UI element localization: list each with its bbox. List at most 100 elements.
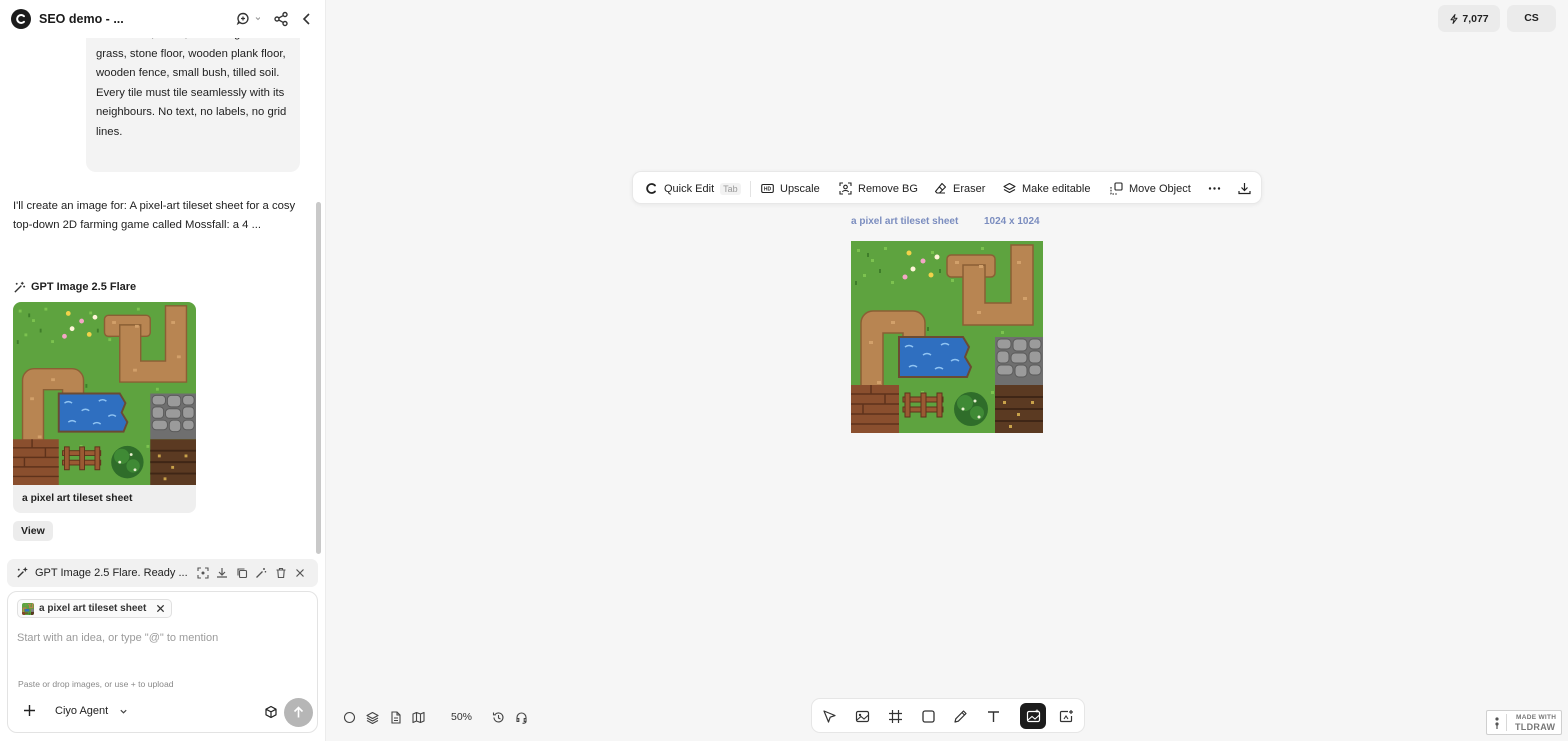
model-picker-button[interactable] (264, 705, 278, 719)
tool-text[interactable] (980, 703, 1006, 729)
chevron-left-icon (302, 13, 310, 25)
tool-image-edit[interactable] (1020, 703, 1046, 729)
magic-wand-icon (256, 568, 267, 578)
prompt-input[interactable] (17, 628, 307, 648)
model-name: GPT Image 2.5 Flare (31, 281, 137, 293)
move-object-button[interactable]: Move Object (1110, 172, 1191, 205)
badge-line-1: MADE WITH (1516, 714, 1557, 721)
badge-divider (1506, 714, 1507, 731)
focus-button[interactable] (197, 567, 209, 579)
hd-icon: HD (761, 182, 774, 195)
reference-image-chip[interactable]: a pixel art tileset sheet (17, 599, 173, 618)
project-title[interactable]: SEO demo - ... (39, 12, 124, 26)
svg-text:HD: HD (764, 187, 772, 193)
generated-image-caption: a pixel art tileset sheet (22, 493, 133, 504)
generation-status-bar: GPT Image 2.5 Flare. Ready ... (7, 559, 318, 587)
chevron-down-icon (119, 707, 128, 716)
canvas[interactable]: 7,077 CS Quick Edit Tab HD Upscale Remov… (326, 0, 1568, 741)
generated-image-card[interactable]: a pixel art tileset sheet (13, 302, 196, 513)
download-icon (217, 568, 227, 578)
user-message-text: crossroads, water, water edge with grass… (96, 38, 287, 138)
quick-edit-button[interactable]: Quick Edit Tab (645, 172, 741, 205)
user-avatar[interactable]: CS (1507, 5, 1556, 32)
eraser-button[interactable]: Eraser (934, 172, 985, 205)
make-editable-button[interactable]: Make editable (1003, 172, 1091, 205)
user-message: crossroads, water, water edge with grass… (86, 38, 300, 172)
model-label-row: GPT Image 2.5 Flare (13, 279, 136, 295)
drawing-toolbar (811, 698, 1085, 733)
canvas-image[interactable] (851, 241, 1043, 433)
image-name-label: a pixel art tileset sheet (851, 216, 959, 227)
add-attachment-button[interactable] (23, 704, 36, 717)
made-with-tldraw-badge[interactable]: MADE WITH TLDRAW (1486, 710, 1562, 735)
remove-bg-icon (839, 182, 852, 195)
upscale-label: Upscale (780, 182, 820, 195)
trash-icon (276, 567, 286, 579)
delete-button[interactable] (275, 567, 287, 579)
image-context-toolbar: Quick Edit Tab HD Upscale Remove BG Eras… (632, 171, 1262, 204)
zoom-level[interactable]: 50% (451, 711, 472, 723)
history-button[interactable] (492, 711, 505, 724)
tool-select[interactable] (816, 703, 842, 729)
send-button[interactable] (284, 698, 313, 727)
feedback-menu-button[interactable] (236, 11, 260, 27)
support-button[interactable] (515, 711, 528, 724)
map-button[interactable] (412, 711, 425, 724)
more-horizontal-icon (1208, 182, 1221, 195)
make-editable-label: Make editable (1022, 182, 1091, 195)
tool-image-generate[interactable] (849, 703, 875, 729)
lightning-icon (1449, 13, 1459, 24)
magic-wand-icon (13, 281, 26, 294)
layers-button[interactable] (366, 711, 379, 724)
copy-button[interactable] (236, 567, 248, 579)
upload-hint: Paste or drop images, or use + to upload (18, 679, 174, 689)
quick-edit-shortcut: Tab (720, 182, 741, 195)
document-icon (391, 711, 401, 724)
document-button[interactable] (389, 711, 402, 724)
tool-pencil[interactable] (947, 703, 973, 729)
tool-frame[interactable] (882, 703, 908, 729)
image-add-icon (1059, 709, 1073, 722)
upscale-button[interactable]: HD Upscale (761, 172, 820, 205)
app-logo[interactable] (11, 9, 31, 29)
remove-bg-button[interactable]: Remove BG (839, 172, 918, 205)
history-icon (492, 712, 504, 723)
toolbar-divider (750, 181, 751, 197)
credits-badge[interactable]: 7,077 (1438, 5, 1500, 32)
download-icon (1238, 182, 1251, 195)
chat-scrollbar[interactable] (316, 202, 321, 554)
eraser-icon (934, 182, 947, 195)
chat-history[interactable]: crossroads, water, water edge with grass… (0, 38, 313, 558)
chat-sidebar: SEO demo - ... crossroads, water, water … (0, 0, 326, 741)
frame-icon (888, 709, 902, 723)
generated-image-thumbnail[interactable] (13, 302, 196, 485)
agent-select[interactable]: Ciyo Agent (55, 705, 128, 717)
collapse-sidebar-button[interactable] (299, 11, 315, 27)
close-icon (157, 604, 165, 613)
image-edit-icon (1026, 709, 1040, 722)
layers-icon (1003, 182, 1016, 195)
remove-reference-button[interactable] (156, 604, 165, 613)
tool-rectangle[interactable] (915, 703, 941, 729)
cursor-icon (822, 709, 836, 723)
more-options-button[interactable] (1208, 172, 1221, 205)
arrow-up-icon (293, 706, 304, 718)
share-button[interactable] (273, 11, 289, 27)
layers-icon (366, 711, 379, 724)
rectangle-icon (921, 709, 935, 723)
view-button[interactable]: View (13, 521, 53, 541)
tool-image-add[interactable] (1053, 703, 1079, 729)
image-generate-icon (855, 710, 869, 722)
close-status-button[interactable] (294, 567, 306, 579)
pencil-icon (953, 709, 967, 723)
close-icon (296, 569, 304, 577)
circle-tool-button[interactable] (343, 711, 356, 724)
download-button[interactable] (216, 567, 228, 579)
edit-magic-button[interactable] (255, 567, 267, 579)
text-icon (987, 710, 999, 722)
download-image-button[interactable] (1238, 172, 1251, 205)
quick-edit-icon (645, 182, 658, 195)
map-icon (412, 711, 425, 724)
image-dimensions-label: 1024 x 1024 (984, 216, 1040, 227)
agent-name: Ciyo Agent (55, 705, 109, 717)
